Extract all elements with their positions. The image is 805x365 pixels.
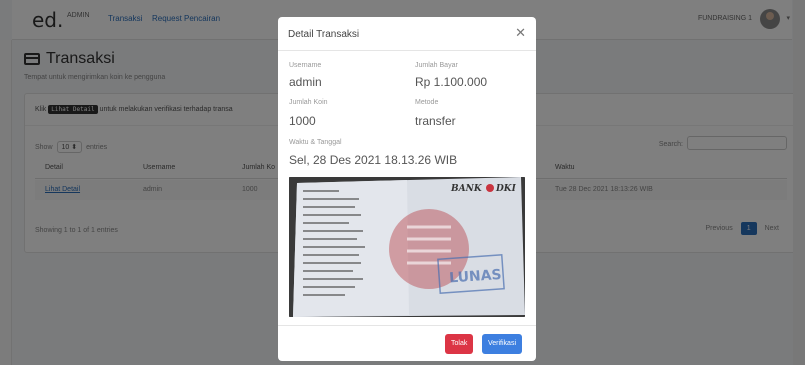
metode-label: Metode xyxy=(415,99,439,106)
waktu-value: Sel, 28 Des 2021 18.13.26 WIB xyxy=(289,153,458,167)
modal-title: Detail Transaksi xyxy=(288,29,360,40)
receipt-bank-text-2: DKI xyxy=(495,184,517,194)
receipt-photo: BANK DKI LUNAS xyxy=(289,177,525,317)
jumlah-bayar-value: Rp 1.100.000 xyxy=(415,75,488,89)
verifikasi-button[interactable]: Verifikasi xyxy=(482,334,523,354)
jumlah-koin-value: 1000 xyxy=(289,114,316,128)
username-value: admin xyxy=(289,75,322,89)
username-label: Username xyxy=(289,62,322,69)
tolak-button[interactable]: Tolak xyxy=(445,334,474,354)
receipt-bank-text: BANK xyxy=(450,184,483,194)
receipt-image: BANK DKI LUNAS xyxy=(289,177,525,317)
metode-value: transfer xyxy=(415,114,456,128)
waktu-label: Waktu & Tanggal xyxy=(289,139,342,146)
close-icon[interactable]: ✕ xyxy=(515,25,526,41)
modal-header: Detail Transaksi ✕ xyxy=(278,17,536,51)
detail-transaksi-modal: Detail Transaksi ✕ Username admin Jumlah… xyxy=(278,17,536,361)
modal-footer: Tolak Verifikasi xyxy=(278,325,536,361)
jumlah-koin-label: Jumlah Koin xyxy=(289,99,328,106)
jumlah-bayar-label: Jumlah Bayar xyxy=(415,62,458,69)
